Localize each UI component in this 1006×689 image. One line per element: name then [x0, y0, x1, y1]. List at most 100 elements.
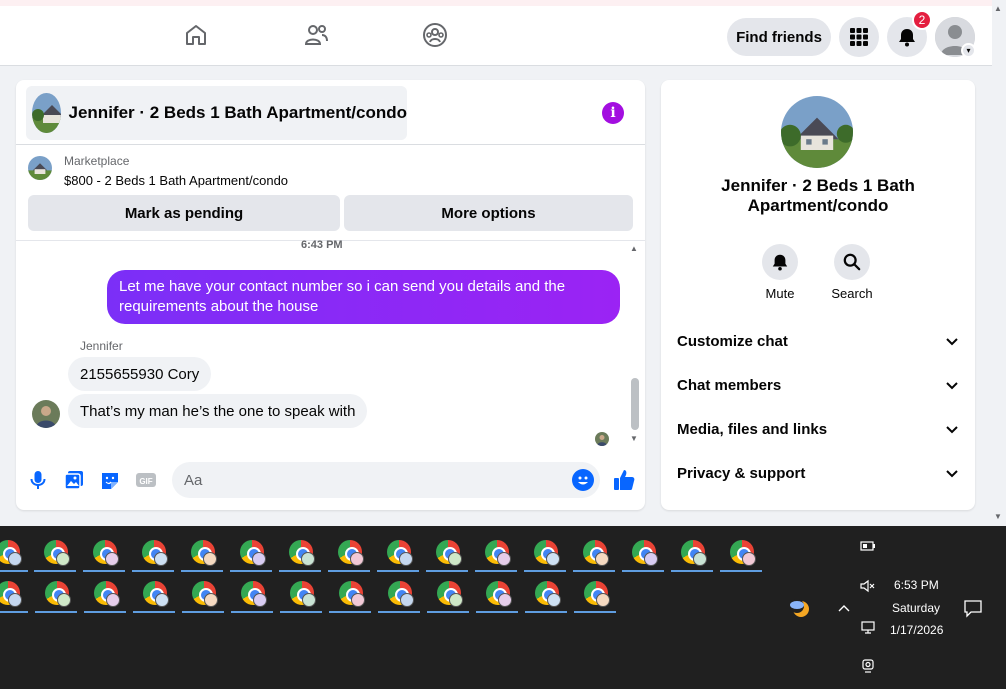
listing-summary[interactable]: $800 - 2 Beds 1 Bath Apartment/condo — [64, 173, 288, 188]
chrome-profile-icon[interactable] — [140, 538, 168, 566]
notification-center-icon[interactable] — [963, 598, 983, 618]
incoming-message[interactable]: 2155655930 Cory — [68, 357, 212, 391]
mark-as-pending-button[interactable]: Mark as pending — [28, 195, 340, 231]
profile-badge-icon — [105, 552, 119, 566]
gif-icon[interactable]: GIF — [135, 469, 157, 491]
friends-icon[interactable] — [303, 22, 329, 48]
chevron-up-icon[interactable] — [836, 600, 852, 616]
profile-badge-icon — [106, 593, 120, 607]
clock-day[interactable]: Saturday — [892, 601, 940, 615]
chrome-profile-icon[interactable] — [288, 579, 316, 607]
groups-icon[interactable] — [422, 22, 448, 48]
chrome-profile-icon[interactable] — [630, 538, 658, 566]
clock-date[interactable]: 1/17/2026 — [890, 623, 943, 637]
conversation-title: Jennifer · 2 Beds 1 Bath Apartment/condo — [721, 176, 915, 215]
running-indicator — [426, 570, 468, 572]
chat-members-row[interactable]: Chat members — [677, 370, 959, 400]
chrome-profile-icon[interactable] — [42, 538, 70, 566]
chat-scroll-up-icon[interactable]: ▲ — [630, 244, 638, 253]
message-input[interactable] — [172, 462, 600, 498]
chrome-profile-icon[interactable] — [679, 538, 707, 566]
chrome-profile-icon[interactable] — [0, 579, 22, 607]
chrome-profile-icon[interactable] — [189, 538, 217, 566]
page-scrollbar[interactable]: ▲ ▼ — [992, 0, 1006, 526]
running-indicator — [328, 570, 370, 572]
chrome-profile-icon[interactable] — [484, 579, 512, 607]
info-icon[interactable]: i — [602, 102, 624, 124]
chrome-profile-icon[interactable] — [190, 579, 218, 607]
chrome-profile-icon[interactable] — [43, 579, 71, 607]
search-button[interactable] — [834, 244, 870, 280]
pinned-app-icon[interactable] — [0, 538, 22, 566]
running-indicator — [622, 570, 664, 572]
menu-grid-button[interactable] — [839, 17, 879, 57]
photo-icon[interactable] — [63, 469, 85, 491]
profile-badge-icon — [57, 593, 71, 607]
find-friends-button[interactable]: Find friends — [727, 18, 831, 56]
listing-thumbnail[interactable] — [28, 156, 52, 180]
chrome-profile-icon[interactable] — [533, 579, 561, 607]
section-label: Chat members — [677, 376, 782, 394]
bell-icon — [899, 29, 915, 47]
microphone-icon[interactable] — [27, 469, 49, 491]
profile-badge-icon — [56, 552, 70, 566]
chrome-profile-icon[interactable] — [582, 579, 610, 607]
sender-avatar[interactable] — [32, 400, 60, 428]
chat-scrollbar-thumb[interactable] — [631, 378, 639, 430]
profile-badge-icon — [400, 593, 414, 607]
webcam-icon[interactable] — [860, 658, 876, 674]
running-indicator — [378, 611, 420, 613]
chrome-profile-icon[interactable] — [239, 579, 267, 607]
chevron-down-icon — [946, 470, 958, 478]
chrome-profile-icon[interactable] — [581, 538, 609, 566]
profile-badge-icon — [595, 552, 609, 566]
more-options-button[interactable]: More options — [344, 195, 633, 231]
chrome-profile-icon[interactable] — [238, 538, 266, 566]
profile-badge-icon — [693, 552, 707, 566]
profile-badge-icon — [203, 552, 217, 566]
search-icon — [843, 253, 861, 271]
chrome-profile-icon[interactable] — [141, 579, 169, 607]
weather-icon[interactable] — [788, 596, 812, 620]
chrome-profile-icon[interactable] — [532, 538, 560, 566]
privacy-support-row[interactable]: Privacy & support — [677, 458, 959, 488]
chrome-profile-icon[interactable] — [728, 538, 756, 566]
chrome-profile-icon[interactable] — [386, 579, 414, 607]
customize-chat-row[interactable]: Customize chat — [677, 326, 959, 356]
chrome-profile-icon[interactable] — [287, 538, 315, 566]
network-icon[interactable] — [860, 620, 876, 636]
battery-icon[interactable] — [860, 538, 876, 554]
clock-time[interactable]: 6:53 PM — [894, 578, 939, 592]
section-label: Media, files and links — [677, 420, 828, 438]
profile-badge-icon — [399, 552, 413, 566]
incoming-message[interactable]: That’s my man he’s the one to speak with — [68, 394, 368, 428]
chrome-profile-icon[interactable] — [385, 538, 413, 566]
chrome-profile-icon[interactable] — [92, 579, 120, 607]
chat-scroll-down-icon[interactable]: ▼ — [630, 434, 638, 443]
mute-button[interactable] — [762, 244, 798, 280]
profile-badge-icon — [302, 593, 316, 607]
chat-header[interactable]: Jennifer · 2 Beds 1 Bath Apartment/condo — [26, 86, 407, 140]
chrome-profile-icon[interactable] — [337, 579, 365, 607]
chrome-profile-icon[interactable] — [483, 538, 511, 566]
thumbs-up-icon[interactable] — [612, 468, 636, 492]
scroll-down-arrow-icon[interactable]: ▼ — [994, 512, 1002, 521]
chrome-profile-icon[interactable] — [434, 538, 462, 566]
profile-badge-icon — [253, 593, 267, 607]
profile-badge-icon — [301, 552, 315, 566]
chrome-profile-icon[interactable] — [91, 538, 119, 566]
chrome-profile-icon[interactable] — [435, 579, 463, 607]
scroll-up-arrow-icon[interactable]: ▲ — [994, 4, 1002, 13]
running-indicator — [182, 611, 224, 613]
message-sender-name: Jennifer — [80, 339, 123, 353]
sticker-icon[interactable] — [99, 469, 121, 491]
chrome-profile-icon[interactable] — [336, 538, 364, 566]
media-files-links-row[interactable]: Media, files and links — [677, 414, 959, 444]
volume-muted-icon[interactable] — [860, 578, 876, 594]
home-icon[interactable] — [183, 22, 209, 48]
outgoing-message[interactable]: Let me have your contact number so i can… — [107, 270, 620, 324]
running-indicator — [133, 611, 175, 613]
emoji-icon[interactable] — [572, 469, 594, 491]
top-navigation-bar: Find friends 2 ▾ — [0, 0, 992, 66]
account-chevron-icon[interactable]: ▾ — [961, 43, 976, 58]
